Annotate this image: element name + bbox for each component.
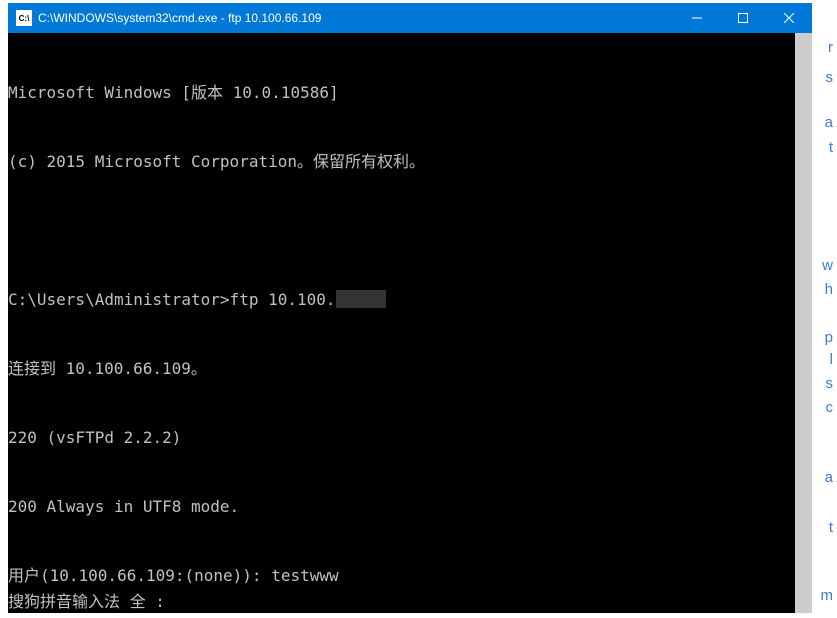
minimize-icon	[692, 13, 702, 23]
terminal-line: 连接到 10.100.66.109。	[8, 357, 812, 380]
terminal-line: (c) 2015 Microsoft Corporation。保留所有权利。	[8, 150, 812, 173]
maximize-icon	[738, 13, 748, 23]
bg-char: w	[822, 258, 833, 273]
bg-char: a	[825, 115, 833, 130]
bg-char: t	[829, 140, 833, 155]
terminal-line: Microsoft Windows [版本 10.0.10586]	[8, 81, 812, 104]
window-controls	[674, 3, 812, 33]
redacted-block	[336, 290, 386, 308]
close-button[interactable]	[766, 3, 812, 33]
terminal-line: 用户(10.100.66.109:(none)): testwww	[8, 564, 812, 587]
bg-char: c	[826, 400, 834, 415]
minimize-button[interactable]	[674, 3, 720, 33]
bg-char: m	[821, 588, 834, 603]
bg-char: l	[830, 352, 833, 367]
scrollbar-vertical[interactable]	[795, 33, 812, 613]
bg-char: a	[825, 470, 833, 485]
titlebar[interactable]: C:\ C:\WINDOWS\system32\cmd.exe - ftp 10…	[8, 3, 812, 33]
bg-char: s	[826, 376, 834, 391]
cmd-icon: C:\	[16, 10, 32, 26]
terminal-line	[8, 219, 812, 242]
terminal-line: 220 (vsFTPd 2.2.2)	[8, 426, 812, 449]
cmd-window: C:\ C:\WINDOWS\system32\cmd.exe - ftp 10…	[8, 3, 812, 613]
bg-char: h	[825, 282, 833, 297]
ime-status-line: 搜狗拼音输入法 全 :	[8, 590, 812, 613]
scrollbar-thumb[interactable]	[795, 33, 812, 613]
close-icon	[784, 13, 794, 23]
bg-char: t	[829, 520, 833, 535]
bg-char: p	[825, 330, 833, 345]
bg-char: s	[826, 70, 834, 85]
background-text-strip: r s a t w h p l s c a t m	[817, 0, 837, 618]
terminal-text: C:\Users\Administrator>ftp 10.100.	[8, 290, 336, 309]
terminal-line: C:\Users\Administrator>ftp 10.100.	[8, 288, 812, 311]
terminal-content[interactable]: Microsoft Windows [版本 10.0.10586] (c) 20…	[8, 33, 812, 613]
bg-char: r	[828, 40, 833, 55]
window-title: C:\WINDOWS\system32\cmd.exe - ftp 10.100…	[38, 11, 674, 25]
maximize-button[interactable]	[720, 3, 766, 33]
terminal-line: 200 Always in UTF8 mode.	[8, 495, 812, 518]
